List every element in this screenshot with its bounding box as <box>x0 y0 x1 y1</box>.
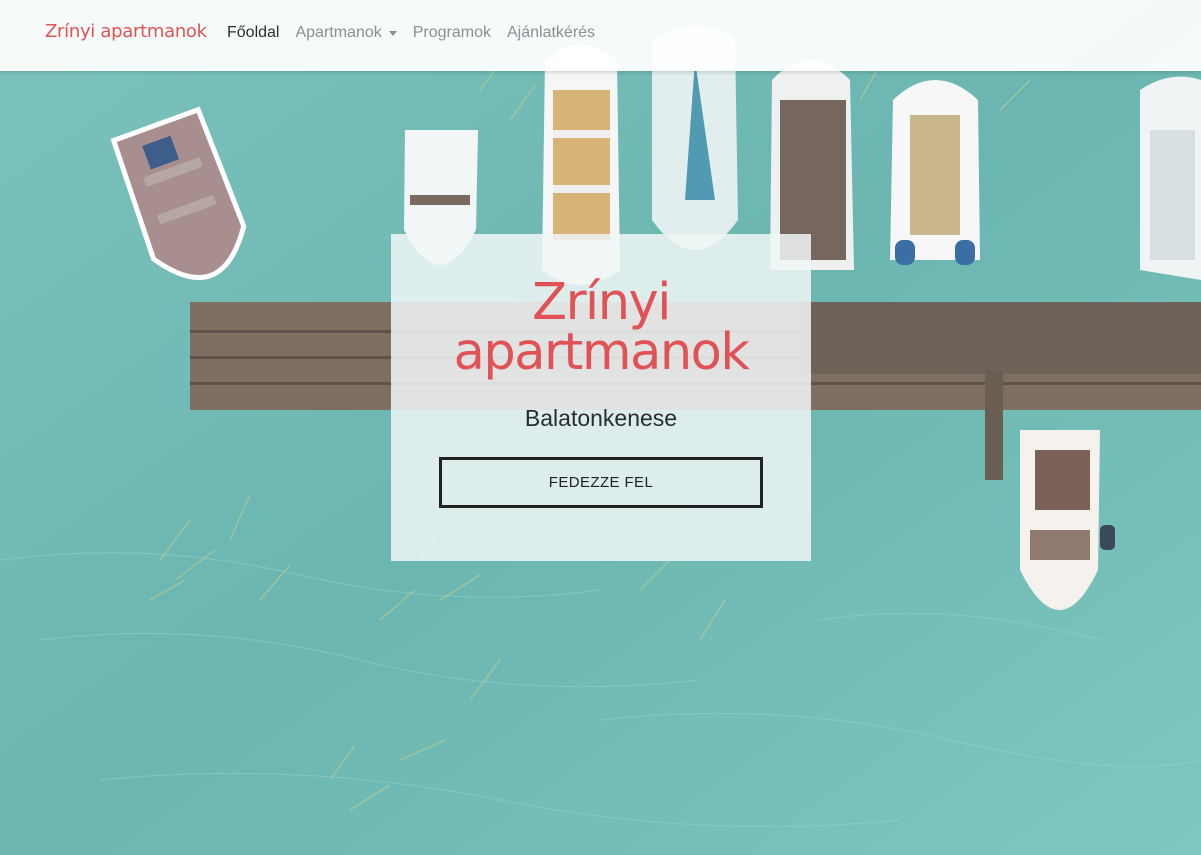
nav-item-apartments-dropdown[interactable]: Apartmanok <box>295 24 397 42</box>
nav-item-programs[interactable]: Programok <box>413 24 491 42</box>
top-navbar: Zrínyi apartmanok Főoldal Apartmanok Pro… <box>0 0 1201 71</box>
nav-item-programs-label: Programok <box>412 24 491 41</box>
brand-logo-link[interactable]: Zrínyi apartmanok <box>45 21 207 42</box>
nav-item-home-label: Főoldal <box>227 24 280 41</box>
main-nav: Főoldal Apartmanok Programok Ajánlatkéré… <box>227 24 611 42</box>
hero-title: Zrínyi apartmanok <box>391 277 811 378</box>
hero-subtitle: Balatonkenese <box>524 405 678 431</box>
nav-item-quote-request-label: Ajánlatkérés <box>507 24 596 41</box>
chevron-down-icon <box>388 30 397 36</box>
nav-item-home[interactable]: Főoldal <box>227 24 279 42</box>
nav-item-apartments-label: Apartmanok <box>295 24 382 41</box>
hero-card: Zrínyi apartmanok Balatonkenese FEDEZZE … <box>391 234 811 561</box>
explore-button[interactable]: FEDEZZE FEL <box>439 457 763 508</box>
nav-item-quote-request[interactable]: Ajánlatkérés <box>507 24 595 42</box>
hero-title-line-2: apartmanok <box>453 323 750 382</box>
